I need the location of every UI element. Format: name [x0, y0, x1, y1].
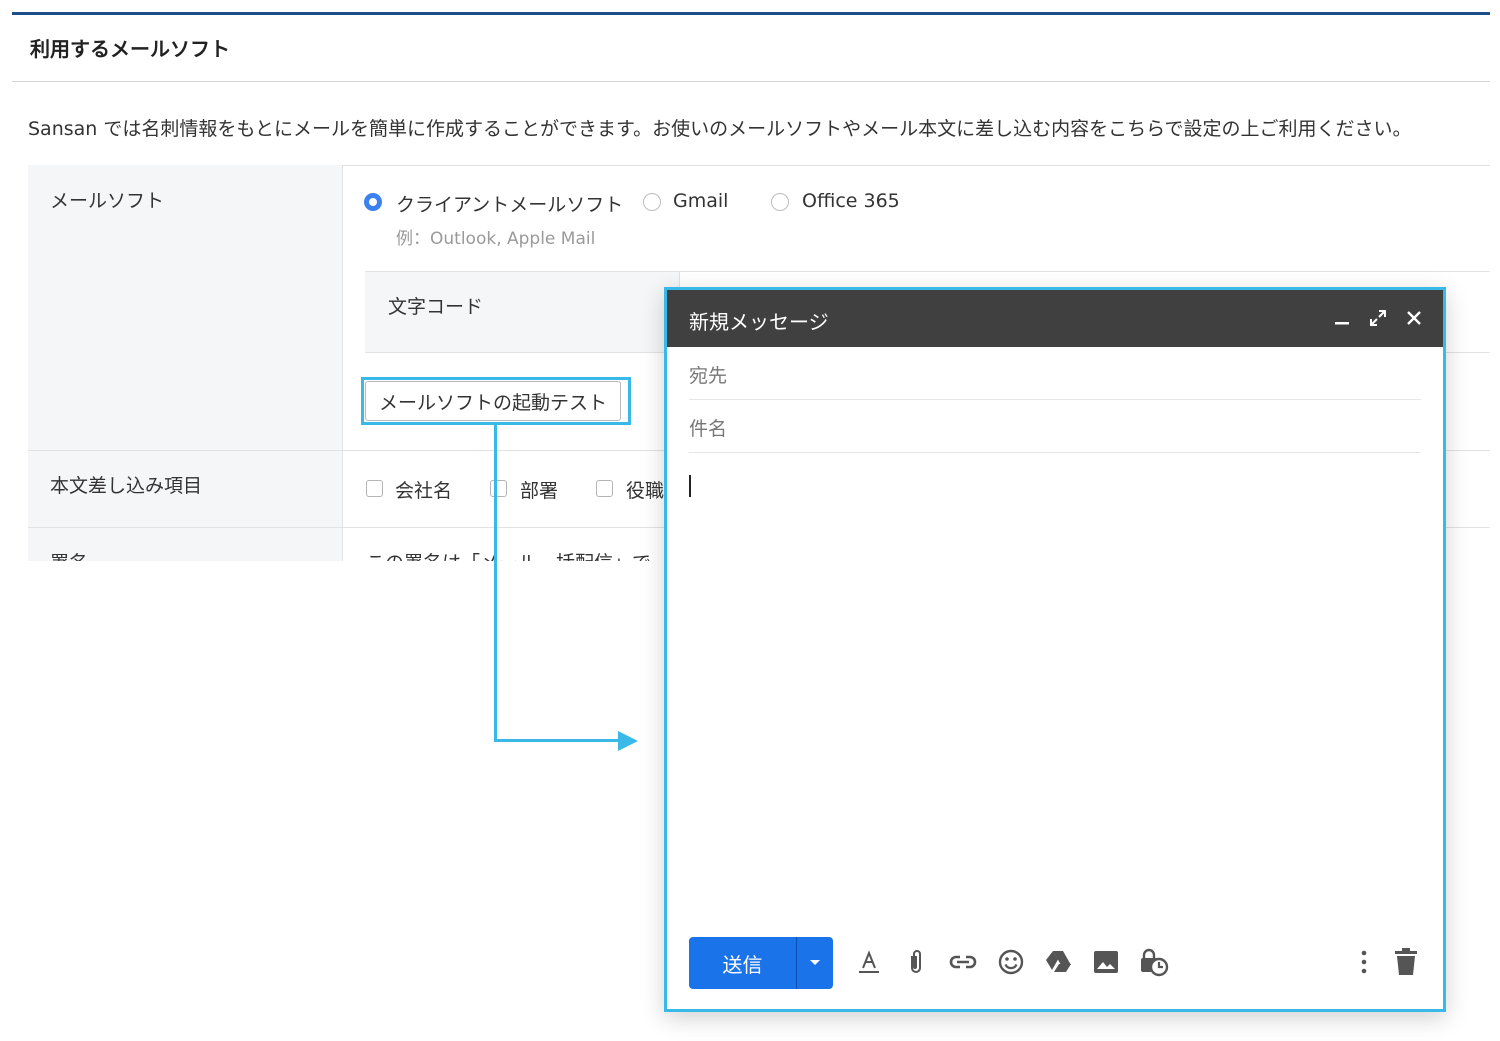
top-border [12, 12, 1490, 15]
close-icon[interactable] [1402, 306, 1426, 330]
radio-office365[interactable] [771, 193, 789, 211]
checkbox-company-label[interactable]: 会社名 [395, 476, 452, 503]
subject-field[interactable]: 件名 [689, 400, 1421, 453]
compose-window: 新規メッセージ 宛先 件名 送信 [664, 287, 1446, 1012]
option-office365-label[interactable]: Office 365 [802, 190, 900, 212]
expand-icon[interactable] [1366, 306, 1390, 330]
mail-software-hint: 例：Outlook, Apple Mail [396, 229, 596, 249]
subject-placeholder: 件名 [689, 418, 728, 440]
trash-icon[interactable] [1389, 945, 1423, 979]
send-options-dropdown[interactable] [797, 937, 833, 989]
connector-line-horizontal [494, 739, 622, 742]
checkbox-title[interactable] [596, 480, 613, 497]
link-icon[interactable] [946, 945, 980, 979]
send-button[interactable]: 送信 [689, 937, 796, 989]
label-column [28, 165, 343, 561]
radio-client-mail[interactable] [364, 193, 382, 211]
checkbox-title-label[interactable]: 役職 [626, 476, 664, 503]
signature-label: 署名 [50, 548, 88, 561]
mail-software-label: メールソフト [50, 190, 165, 212]
to-field[interactable]: 宛先 [689, 347, 1421, 400]
body-text-cursor[interactable] [689, 475, 691, 497]
to-placeholder: 宛先 [689, 365, 728, 387]
caret-down-icon [810, 960, 820, 965]
description-text: Sansan では名刺情報をもとにメールを簡単に作成することができます。お使いの… [28, 118, 1412, 140]
drive-icon[interactable] [1041, 945, 1075, 979]
emoji-icon[interactable] [994, 945, 1028, 979]
section-title: 利用するメールソフト [30, 37, 230, 61]
option-gmail-label[interactable]: Gmail [673, 190, 728, 212]
image-icon[interactable] [1089, 945, 1123, 979]
checkbox-company[interactable] [366, 480, 383, 497]
send-button-group: 送信 [689, 937, 833, 989]
compose-title: 新規メッセージ [689, 310, 829, 334]
compose-header: 新規メッセージ [667, 290, 1443, 347]
option-client-mail-label[interactable]: クライアントメールソフト [396, 190, 623, 217]
checkbox-department-label[interactable]: 部署 [520, 476, 558, 503]
charset-label: 文字コード [388, 296, 484, 318]
connector-line-vertical [494, 422, 497, 742]
highlight-frame [361, 377, 631, 425]
confidential-mode-icon[interactable] [1137, 945, 1171, 979]
attach-icon[interactable] [899, 945, 933, 979]
divider [12, 81, 1490, 82]
connector-arrow-icon [618, 731, 638, 751]
signature-text: この署名は「メール一括配信」で [366, 548, 651, 561]
text-format-icon[interactable] [852, 945, 886, 979]
radio-gmail[interactable] [643, 193, 661, 211]
more-options-icon[interactable] [1347, 945, 1381, 979]
insert-fields-label: 本文差し込み項目 [50, 475, 203, 497]
minimize-icon[interactable] [1330, 306, 1354, 330]
checkbox-department[interactable] [490, 480, 507, 497]
